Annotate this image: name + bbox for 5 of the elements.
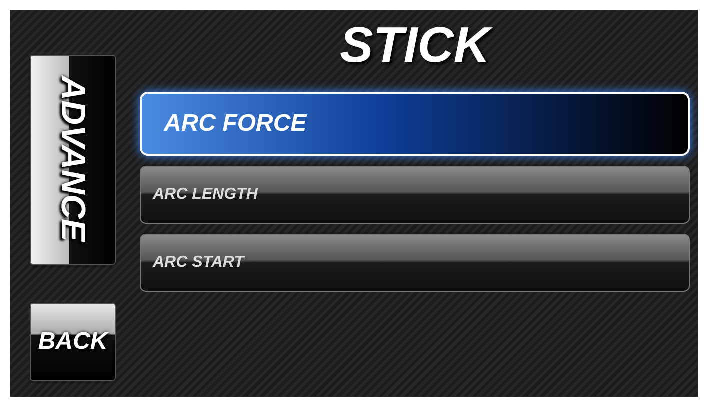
menu-item[interactable]: ARC FORCE [140, 92, 690, 156]
menu-item[interactable]: ARC START [140, 234, 690, 292]
advance-tab[interactable]: ADVANCE [30, 55, 116, 265]
back-button[interactable]: BACK [30, 303, 116, 381]
menu-item[interactable]: ARC LENGTH [140, 166, 690, 224]
